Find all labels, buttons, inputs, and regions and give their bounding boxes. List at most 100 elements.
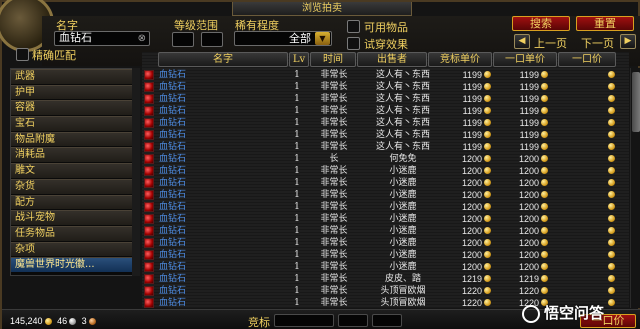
search-button[interactable]: 搜索	[512, 16, 570, 31]
category-item[interactable]: 护甲	[11, 84, 137, 100]
category-item[interactable]: 魔兽世界时光徽...	[11, 257, 137, 272]
column-header-time[interactable]: 时间	[310, 52, 356, 67]
auction-row[interactable]: 血钻石 1 非常长 小迷鹿 1200 1200	[142, 261, 629, 273]
item-level: 1	[294, 154, 300, 164]
buyout-price: 1219	[518, 274, 539, 284]
column-header-bid[interactable]: 竞标单价	[428, 52, 492, 67]
auction-row[interactable]: 血钻石 1 非常长 小迷鹿 1200 1200	[142, 225, 629, 237]
auction-row[interactable]: 血钻石 1 非常长 这人有丶东西 1199 1199	[142, 69, 629, 81]
buyout-price: 1199	[519, 82, 539, 92]
bid-copper-input[interactable]	[372, 314, 402, 327]
results-scrollbar[interactable]	[630, 68, 640, 308]
auction-row[interactable]: 血钻石 1 非常长 这人有丶东西 1199 1199	[142, 141, 629, 153]
seller-name: 小迷鹿	[389, 238, 417, 248]
column-header-lv[interactable]: Lv	[289, 52, 309, 67]
category-item[interactable]: 消耗品	[11, 147, 137, 163]
auction-row[interactable]: 血钻石 1 非常长 小迷鹿 1200 1200	[142, 237, 629, 249]
item-level: 1	[294, 202, 300, 212]
gold-coin-icon	[484, 239, 491, 246]
column-header-name[interactable]: 名字	[158, 52, 288, 67]
auction-row[interactable]: 血钻石 1 长 何免免 1200 1200	[142, 153, 629, 165]
auction-row[interactable]: 血钻石 1 非常长 小迷鹿 1200 1200	[142, 201, 629, 213]
gold-coin-icon	[608, 203, 615, 210]
time-left: 非常长	[320, 130, 348, 140]
column-header-buyout[interactable]: 一口单价	[493, 52, 557, 67]
name-search-input[interactable]: 血钻石 ⊗	[54, 31, 150, 46]
category-item[interactable]: 武器	[11, 69, 137, 84]
bid-price: 1220	[461, 298, 482, 308]
buyout-price: 1200	[518, 214, 539, 224]
auction-row[interactable]: 血钻石 1 非常长 这人有丶东西 1199 1199	[142, 129, 629, 141]
exact-match-checkbox[interactable]	[16, 48, 29, 61]
auction-row[interactable]: 血钻石 1 非常长 小迷鹿 1200 1200	[142, 165, 629, 177]
prev-page-button[interactable]: ◀	[514, 34, 530, 49]
gold-coin-icon	[608, 71, 615, 78]
item-name: 血钻石	[159, 154, 187, 164]
bid-gold-input[interactable]	[274, 314, 334, 327]
seller-name: 小迷鹿	[389, 190, 417, 200]
auction-row[interactable]: 血钻石 1 非常长 小迷鹿 1200 1200	[142, 177, 629, 189]
gold-coin-icon	[541, 71, 548, 78]
seller-name: 这人有丶东西	[375, 118, 430, 128]
auction-row[interactable]: 血钻石 1 非常长 小迷鹿 1200 1200	[142, 249, 629, 261]
auction-row[interactable]: 血钻石 1 非常长 头顶冒欧烟 1220 1220	[142, 285, 629, 297]
auction-row[interactable]: 血钻石 1 非常长 这人有丶东西 1199 1199	[142, 81, 629, 93]
auction-row[interactable]: 血钻石 1 非常长 小迷鹿 1200 1200	[142, 213, 629, 225]
blood-diamond-icon	[144, 262, 154, 272]
seller-name: 小迷鹿	[389, 202, 417, 212]
category-list: 武器 护甲 容器 宝石 物品附魔 消耗品 雕文 杂货 配方 战斗宠物 任务物品 杂项 魔兽世界时光徽..…	[10, 68, 138, 276]
item-name: 血钻石	[159, 214, 187, 224]
item-level: 1	[294, 226, 300, 236]
category-scrollbar[interactable]	[132, 68, 140, 276]
category-item[interactable]: 物品附魔	[11, 131, 137, 147]
auction-row[interactable]: 血钻石 1 非常长 这人有丶东西 1199 1199	[142, 105, 629, 117]
gold-coin-icon	[608, 179, 615, 186]
max-level-input[interactable]	[201, 32, 223, 47]
usable-checkbox[interactable]	[347, 20, 360, 33]
buyout-price: 1199	[519, 142, 539, 152]
time-left: 非常长	[320, 94, 348, 104]
gold-coin-icon	[541, 167, 548, 174]
blood-diamond-icon	[144, 226, 154, 236]
next-page-button[interactable]: ▶	[620, 34, 636, 49]
rarity-dropdown[interactable]: 全部 ▼	[234, 31, 332, 46]
seller-name: 头顶冒欧烟	[380, 286, 426, 296]
bid-price: 1199	[462, 106, 482, 116]
item-name: 血钻石	[159, 298, 187, 308]
category-item[interactable]: 战斗宠物	[11, 210, 137, 225]
auction-row[interactable]: 血钻石 1 非常长 皮皮、踏 1219 1219	[142, 273, 629, 285]
category-item[interactable]: 容器	[11, 100, 137, 116]
blood-diamond-icon	[144, 106, 154, 116]
category-item[interactable]: 宝石	[11, 116, 137, 131]
gold-coin-icon	[608, 239, 615, 246]
auction-row[interactable]: 血钻石 1 非常长 小迷鹿 1200 1200	[142, 189, 629, 201]
reset-button[interactable]: 重置	[576, 16, 634, 31]
column-header-seller[interactable]: 出售者	[357, 52, 427, 67]
silver-coin-icon	[69, 318, 77, 326]
category-item[interactable]: 雕文	[11, 163, 137, 178]
chevron-left-icon: ◀	[518, 36, 526, 46]
clear-icon[interactable]: ⊗	[138, 32, 146, 45]
category-item[interactable]: 杂货	[11, 178, 137, 194]
results-scroll-thumb[interactable]	[632, 72, 640, 132]
blood-diamond-icon	[144, 298, 154, 308]
next-page-label: 下一页	[581, 37, 614, 50]
bid-silver-input[interactable]	[338, 314, 368, 327]
buyout-price: 1200	[518, 202, 539, 212]
preview-label: 试穿效果	[364, 38, 408, 51]
chevron-down-icon[interactable]: ▼	[315, 32, 330, 45]
prev-page-label: 上一页	[534, 37, 567, 50]
bid-price: 1220	[461, 286, 482, 296]
category-item[interactable]: 任务物品	[11, 225, 137, 241]
item-level: 1	[294, 238, 300, 248]
item-name: 血钻石	[159, 202, 187, 212]
category-item[interactable]: 配方	[11, 194, 137, 210]
auction-row[interactable]: 血钻石 1 非常长 这人有丶东西 1199 1199	[142, 93, 629, 105]
column-header-buyout-total[interactable]: 一口价	[558, 52, 616, 67]
preview-checkbox[interactable]	[347, 37, 360, 50]
category-item[interactable]: 杂项	[11, 241, 137, 257]
gold-coin-icon	[484, 275, 491, 282]
item-name: 血钻石	[159, 178, 187, 188]
min-level-input[interactable]	[172, 32, 194, 47]
auction-row[interactable]: 血钻石 1 非常长 这人有丶东西 1199 1199	[142, 117, 629, 129]
